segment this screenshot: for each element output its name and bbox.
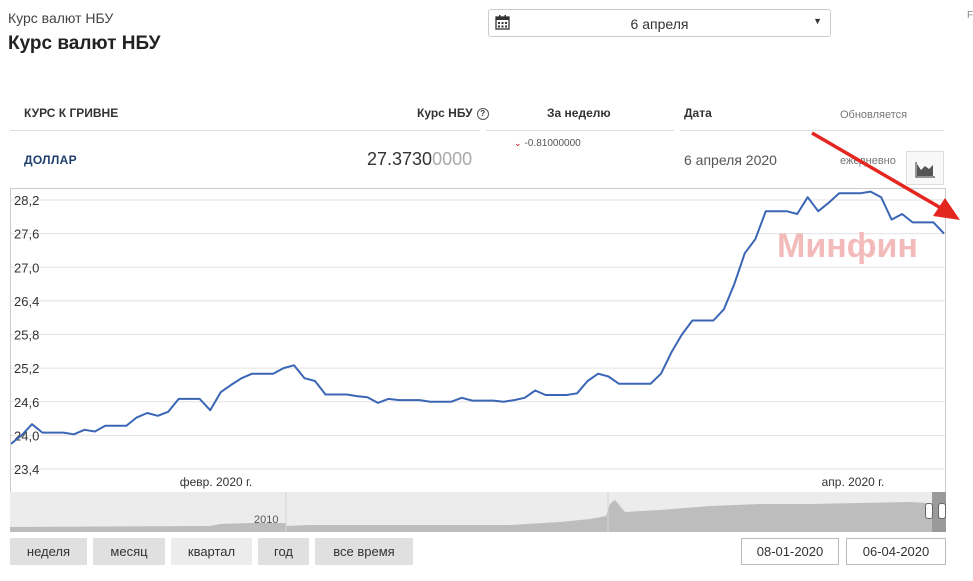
- date-picker[interactable]: 6 апреля ▼: [488, 9, 831, 37]
- y-tick-label: 27,6: [14, 227, 39, 242]
- x-tick-label: апр. 2020 г.: [822, 475, 885, 489]
- header-rate: Курс НБУ?: [417, 106, 489, 120]
- y-tick-label: 27,0: [14, 260, 39, 275]
- rate-main: 27.3730: [367, 149, 433, 169]
- date-to-input[interactable]: 06-04-2020: [846, 538, 946, 565]
- week-change-value: -0.81000000: [524, 138, 581, 149]
- rate-date: 6 апреля 2020: [684, 152, 777, 168]
- y-tick-label: 25,2: [14, 361, 39, 376]
- help-icon[interactable]: ?: [476, 108, 489, 120]
- header-updated: Обновляется: [840, 109, 908, 121]
- y-tick-label: 28,2: [14, 193, 39, 208]
- y-tick-label: 24,6: [14, 395, 39, 410]
- range-button-month[interactable]: месяц: [93, 538, 165, 565]
- week-change: ⌄ -0.81000000: [514, 138, 581, 149]
- rate-value: 27.37300000: [367, 149, 472, 170]
- divider: [10, 130, 480, 131]
- rate-tail: 0000: [432, 149, 473, 169]
- y-tick-label: 26,4: [14, 294, 39, 309]
- navigator-handle-left[interactable]: [925, 503, 933, 519]
- range-button-all-time[interactable]: все время: [315, 538, 413, 565]
- navigator-label: 2010: [254, 514, 279, 526]
- date-picker-value: 6 апреля: [630, 16, 689, 32]
- chevron-down-icon: ▼: [813, 16, 822, 26]
- header-week: За неделю: [547, 106, 611, 120]
- y-tick-label: 23,4: [14, 462, 39, 477]
- header-currency: КУРС К ГРИВНЕ: [24, 106, 119, 120]
- range-button-quarter[interactable]: квартал: [171, 538, 252, 565]
- navigator-handle-right[interactable]: [938, 503, 946, 519]
- date-from-input[interactable]: 08-01-2020: [741, 538, 839, 565]
- divider: [486, 130, 674, 131]
- chevron-down-icon: ⌄: [514, 138, 522, 148]
- chart-navigator[interactable]: 2010: [10, 492, 946, 532]
- breadcrumb[interactable]: Курс валют НБУ: [8, 10, 113, 26]
- header-date: Дата: [684, 106, 712, 120]
- x-tick-label: февр. 2020 г.: [180, 475, 253, 489]
- red-arrow-icon: [811, 131, 960, 220]
- edge-text: F: [967, 10, 973, 21]
- page-title: Курс валют НБУ: [8, 33, 161, 54]
- range-button-year[interactable]: год: [258, 538, 309, 565]
- range-button-week[interactable]: неделя: [10, 538, 87, 565]
- navigator-area: [10, 492, 946, 532]
- header-rate-label: Курс НБУ: [417, 106, 473, 120]
- currency-name[interactable]: ДОЛЛАР: [24, 153, 77, 167]
- y-tick-label: 25,8: [14, 328, 39, 343]
